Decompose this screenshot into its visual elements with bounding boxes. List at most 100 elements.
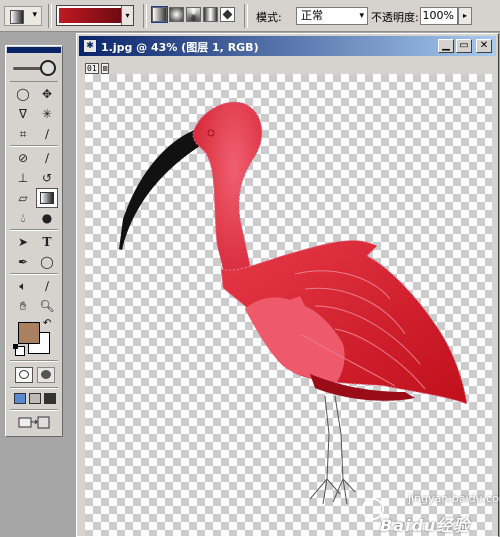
mode-value: 正常 (301, 9, 323, 22)
minimize-icon: ▁ (442, 40, 450, 51)
eraser-icon: ▱ (18, 191, 28, 205)
opacity-slider-button[interactable]: ▸ (458, 7, 472, 25)
reflected-gradient-button[interactable] (203, 7, 218, 22)
hand-icon: ✋︎ (19, 299, 27, 313)
document-title-bar[interactable]: ✱ 1.jpg @ 43% (图层 1, RGB) ▁ ▭ ✕ (79, 36, 496, 56)
layer-number-label: 01 (85, 63, 99, 74)
opacity-label: 不透明度: (371, 11, 419, 24)
watermark-url: jingyan.baidu.com (408, 492, 500, 505)
dodge-icon: ● (41, 211, 53, 225)
move-tool-button[interactable]: ✥ (36, 84, 58, 104)
foreground-color-swatch[interactable] (18, 322, 40, 344)
mode-select[interactable]: 正常 ▾ (296, 7, 368, 25)
eraser-tool-button[interactable]: ▱ (12, 188, 34, 208)
divider (244, 4, 248, 28)
diamond-gradient-button[interactable] (220, 7, 235, 22)
path-selection-tool-button[interactable]: ➤ (12, 232, 34, 252)
document-title: 1.jpg @ 43% (图层 1, RGB) (101, 41, 259, 54)
mode-label: 模式: (256, 11, 282, 24)
full-screen-mode-button[interactable] (44, 393, 56, 404)
brush-tool-button[interactable]: ∕ (36, 148, 58, 168)
quick-mask-mode-button[interactable] (37, 367, 55, 383)
full-screen-menu-mode-button[interactable] (29, 393, 41, 404)
chevron-down-icon: ▾ (359, 11, 364, 21)
toolbox-title-bar[interactable] (7, 47, 61, 53)
maximize-icon: ▭ (459, 40, 469, 51)
eyedropper-icon: ∕ (44, 279, 50, 293)
photoshop-logo[interactable] (10, 55, 58, 82)
shape-tool-button[interactable]: ◯ (36, 252, 58, 272)
stamp-icon: ⊥ (17, 171, 29, 185)
radial-gradient-button[interactable] (169, 7, 184, 22)
lasso-tool-button[interactable]: ᐁ (12, 104, 34, 124)
slice-tool-button[interactable]: ∕ (36, 124, 58, 144)
history-brush-icon: ↺ (41, 171, 53, 185)
jump-to-imageready-button[interactable] (17, 414, 51, 430)
dodge-tool-button[interactable]: ● (36, 208, 58, 228)
gradient-tool-button[interactable] (36, 188, 58, 208)
divider (10, 387, 58, 389)
divider (10, 229, 58, 231)
gradient-preview (59, 8, 121, 23)
arrow-pointer-icon: ➤ (17, 235, 29, 249)
ellipse-icon: ◯ (40, 255, 54, 269)
speaker-icon: 🔈︎ (19, 279, 27, 293)
baidu-watermark: jingyan.baidu.com Baidu经验 (360, 490, 500, 536)
minimize-button[interactable]: ▁ (438, 39, 454, 53)
angle-gradient-button[interactable] (186, 7, 201, 22)
chevron-down-icon: ▾ (32, 10, 37, 20)
tool-preset-picker[interactable]: ▾ (4, 6, 42, 26)
clone-stamp-tool-button[interactable]: ⊥ (12, 168, 34, 188)
gradient-icon (40, 192, 54, 204)
slice-icon: ∕ (44, 127, 50, 141)
close-button[interactable]: ✕ (476, 39, 492, 53)
notes-tool-button[interactable]: 🔈︎ (12, 276, 34, 296)
type-tool-button[interactable]: T (36, 232, 58, 252)
divider (10, 273, 58, 275)
standard-mode-button[interactable] (15, 367, 33, 383)
document-window: ✱ 1.jpg @ 43% (图层 1, RGB) ▁ ▭ ✕ 01 ⊠ (76, 33, 499, 537)
zoom-tool-button[interactable]: 🔍︎ (36, 296, 58, 316)
divider (10, 145, 58, 147)
crop-tool-button[interactable]: ⌗ (12, 124, 34, 144)
brush-icon: ∕ (44, 151, 50, 165)
swap-colors-icon[interactable]: ↶ (43, 318, 51, 329)
scarlet-ibis-image (119, 101, 468, 505)
document-canvas[interactable] (85, 74, 492, 536)
history-brush-tool-button[interactable]: ↺ (36, 168, 58, 188)
hand-tool-button[interactable]: ✋︎ (12, 296, 34, 316)
bird-head-neck (192, 101, 263, 290)
toolbox: ◯ ✥ ᐁ ✳ ⌗ ∕ ⊘ ∕ ⊥ ↺ ▱ 💧︎ ● ➤ T ✒ ◯ 🔈︎ ∕ … (5, 45, 63, 437)
magic-wand-tool-button[interactable]: ✳ (36, 104, 58, 124)
photoshop-document-icon: ✱ (83, 39, 97, 53)
eyedropper-tool-button[interactable]: ∕ (36, 276, 58, 296)
layer-mask-label: ⊠ (100, 63, 110, 74)
maximize-button[interactable]: ▭ (456, 39, 472, 53)
chevron-down-icon[interactable]: ▾ (121, 6, 133, 25)
divider (10, 360, 58, 362)
magic-wand-icon: ✳ (41, 107, 53, 121)
divider (10, 409, 58, 411)
droplet-icon: 💧︎ (20, 211, 26, 225)
linear-gradient-button[interactable] (151, 6, 168, 23)
bird-legs (309, 395, 356, 505)
opacity-input[interactable]: 100% (420, 7, 458, 25)
gradient-picker[interactable]: ▾ (56, 5, 134, 26)
marquee-tool-button[interactable]: ◯ (12, 84, 34, 104)
bird-beak (119, 129, 203, 250)
lasso-icon: ᐁ (18, 107, 28, 121)
options-bar: ▾ ▾ 模式: 正常 ▾ 不透明度: 100% ▸ (0, 0, 500, 32)
watermark-text: Baidu经验 (380, 516, 471, 535)
default-colors-icon[interactable] (13, 344, 25, 356)
divider (143, 4, 147, 28)
pen-icon: ✒ (17, 255, 29, 269)
standard-screen-mode-button[interactable] (14, 393, 26, 404)
close-icon: ✕ (479, 40, 489, 51)
imageready-icon (18, 416, 50, 429)
pen-tool-button[interactable]: ✒ (12, 252, 34, 272)
gradient-tool-icon (10, 10, 24, 24)
healing-brush-tool-button[interactable]: ⊘ (12, 148, 34, 168)
crop-icon: ⌗ (19, 127, 27, 141)
marquee-icon: ◯ (16, 87, 30, 101)
blur-tool-button[interactable]: 💧︎ (12, 208, 34, 228)
